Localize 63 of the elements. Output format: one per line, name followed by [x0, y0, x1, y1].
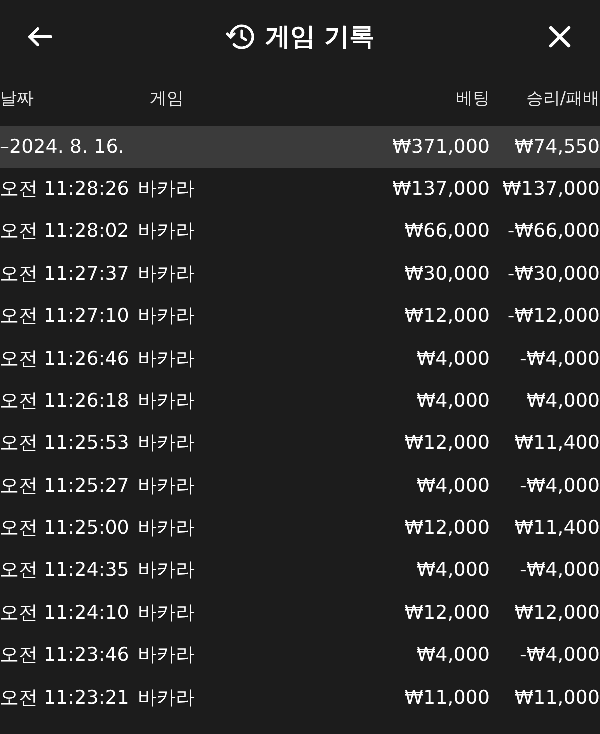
time-cell-text: 오전 11:27:37 [0, 262, 130, 287]
bet-cell-text: ₩12,000 [404, 431, 490, 456]
column-header: 게임 [149, 88, 185, 112]
back-arrow-icon [27, 26, 53, 48]
game-cell-text: 바카라 [137, 431, 196, 456]
history-icon [226, 24, 254, 50]
game-cell-text: 바카라 [137, 262, 196, 287]
game-cell-text: 바카라 [137, 346, 196, 372]
result-cell-text: -₩4,000 [520, 558, 600, 584]
game-cell-text: 바카라 [137, 474, 196, 499]
bet-cell-text: ₩4,000 [416, 346, 490, 372]
game-cell-text: 바카라 [137, 219, 196, 244]
bet-cell-text: ₩12,000 [404, 600, 490, 626]
bet-cell-text: ₩11,000 [404, 686, 490, 711]
bet-cell-text: ₩4,000 [416, 474, 490, 499]
bet-cell-text: ₩4,000 [416, 388, 490, 414]
time-cell-text: 오전 11:28:26 [0, 176, 130, 202]
game-cell-text: 바카라 [137, 686, 196, 711]
total-bet: ₩371,000 [392, 134, 490, 160]
result-cell-text: ₩137,000 [502, 176, 600, 202]
column-header: 날짜 [0, 88, 35, 112]
result-cell-text: -₩4,000 [520, 346, 600, 372]
time-cell-text: 오전 11:26:18 [0, 388, 130, 414]
result-cell-text: ₩12,000 [514, 600, 600, 626]
game-cell-text: 바카라 [137, 643, 196, 668]
game-cell-text: 바카라 [137, 600, 196, 626]
total-result: ₩74,550 [514, 134, 600, 160]
result-cell-text: ₩11,000 [514, 686, 600, 711]
game-cell-text: 바카라 [137, 176, 196, 202]
column-header: 승리/패배 [526, 88, 600, 112]
game-cell-text: 바카라 [137, 304, 196, 330]
bet-cell-text: ₩12,000 [404, 516, 490, 542]
time-cell-text: 오전 11:27:10 [0, 304, 130, 330]
bet-cell-text: ₩30,000 [404, 262, 490, 287]
result-cell-text: -₩4,000 [520, 474, 600, 499]
window-title: 게임 기록 [266, 21, 374, 54]
result-cell-text: -₩30,000 [508, 262, 600, 287]
game-cell-text: 바카라 [137, 388, 196, 414]
time-cell-text: 오전 11:26:46 [0, 346, 130, 372]
time-cell-text: 오전 11:25:00 [0, 516, 130, 542]
result-cell-text: -₩12,000 [508, 304, 600, 330]
result-cell-text: ₩11,400 [514, 516, 600, 542]
time-cell-text: 오전 11:24:35 [0, 558, 130, 584]
bet-cell-text: ₩4,000 [416, 643, 490, 668]
result-cell-text: -₩66,000 [508, 219, 600, 244]
game-cell-text: 바카라 [137, 558, 196, 584]
time-cell-text: 오전 11:25:53 [0, 431, 130, 456]
result-cell-text: ₩11,400 [514, 431, 600, 456]
date-text: –2024. 8. 16. [0, 134, 126, 160]
time-cell-text: 오전 11:28:02 [0, 219, 130, 244]
bet-cell-text: ₩12,000 [404, 304, 490, 330]
game-cell-text: 바카라 [137, 516, 196, 542]
bet-cell-text: ₩137,000 [392, 176, 490, 202]
result-cell-text: ₩4,000 [526, 388, 600, 414]
bet-cell-text: ₩66,000 [404, 219, 490, 244]
column-header: 베팅 [456, 88, 490, 112]
time-cell-text: 오전 11:23:21 [0, 686, 130, 711]
close-icon [548, 25, 572, 49]
result-cell-text: -₩4,000 [520, 643, 600, 668]
bet-cell-text: ₩4,000 [416, 558, 490, 584]
time-cell-text: 오전 11:23:46 [0, 643, 130, 668]
time-cell-text: 오전 11:24:10 [0, 600, 130, 626]
time-cell-text: 오전 11:25:27 [0, 474, 130, 499]
